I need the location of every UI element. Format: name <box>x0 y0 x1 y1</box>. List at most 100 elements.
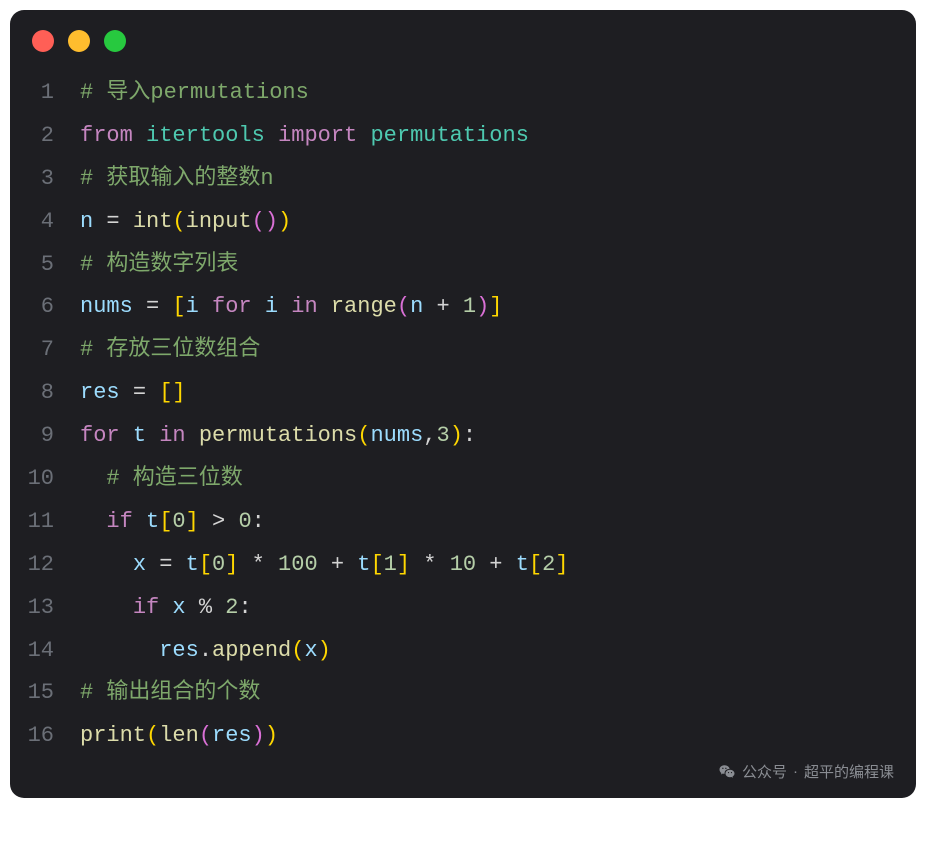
code-content[interactable]: nums = [i for i in range(n + 1)] <box>80 286 896 329</box>
line-number: 5 <box>20 244 80 287</box>
line-number: 7 <box>20 329 80 372</box>
code-token <box>93 209 106 234</box>
code-token: * <box>252 552 265 577</box>
code-token: nums <box>80 294 133 319</box>
code-token <box>265 123 278 148</box>
code-token: 0 <box>212 552 225 577</box>
code-token: in <box>291 294 317 319</box>
code-token: for <box>212 294 252 319</box>
code-line[interactable]: 5# 构造数字列表 <box>20 244 896 287</box>
code-window: 1# 导入permutations2from itertools import … <box>10 10 916 798</box>
code-token <box>146 552 159 577</box>
code-editor[interactable]: 1# 导入permutations2from itertools import … <box>10 62 916 768</box>
code-content[interactable]: # 输出组合的个数 <box>80 672 896 715</box>
code-content[interactable]: res = [] <box>80 372 896 415</box>
code-token: ( <box>146 723 159 748</box>
code-content[interactable]: n = int(input()) <box>80 201 896 244</box>
code-token: permutations <box>370 123 528 148</box>
code-content[interactable]: res.append(x) <box>80 630 896 673</box>
code-token: ( <box>397 294 410 319</box>
watermark-separator: · <box>793 763 798 780</box>
code-token <box>278 294 291 319</box>
code-token: ) <box>252 723 265 748</box>
code-content[interactable]: # 导入permutations <box>80 72 896 115</box>
code-line[interactable]: 3# 获取输入的整数n <box>20 158 896 201</box>
code-content[interactable]: # 构造三位数 <box>80 458 896 501</box>
code-token: n <box>410 294 423 319</box>
minimize-icon[interactable] <box>68 30 90 52</box>
code-line[interactable]: 15# 输出组合的个数 <box>20 672 896 715</box>
code-token <box>120 209 133 234</box>
code-content[interactable]: from itertools import permutations <box>80 115 896 158</box>
code-line[interactable]: 6nums = [i for i in range(n + 1)] <box>20 286 896 329</box>
code-content[interactable]: # 获取输入的整数n <box>80 158 896 201</box>
code-line[interactable]: 12 x = t[0] * 100 + t[1] * 10 + t[2] <box>20 544 896 587</box>
code-token: [ <box>529 552 542 577</box>
code-line[interactable]: 1# 导入permutations <box>20 72 896 115</box>
code-token <box>120 423 133 448</box>
line-number: 12 <box>20 544 80 587</box>
code-token <box>159 595 172 620</box>
code-token: : <box>252 509 265 534</box>
code-token <box>450 294 463 319</box>
code-line[interactable]: 16print(len(res)) <box>20 715 896 758</box>
code-token <box>503 552 516 577</box>
code-token: [ <box>172 294 185 319</box>
code-token: > <box>212 509 225 534</box>
code-token <box>423 294 436 319</box>
code-content[interactable]: # 存放三位数组合 <box>80 329 896 372</box>
code-token: print <box>80 723 146 748</box>
code-line[interactable]: 13 if x % 2: <box>20 587 896 630</box>
code-line[interactable]: 2from itertools import permutations <box>20 115 896 158</box>
code-token <box>120 380 133 405</box>
code-token: t <box>146 509 159 534</box>
line-number: 8 <box>20 372 80 415</box>
code-content[interactable]: # 构造数字列表 <box>80 244 896 287</box>
code-token: = <box>146 294 159 319</box>
code-token: t <box>516 552 529 577</box>
code-token <box>199 509 212 534</box>
code-token: res <box>212 723 252 748</box>
close-icon[interactable] <box>32 30 54 52</box>
code-token: 100 <box>278 552 318 577</box>
code-content[interactable]: if t[0] > 0: <box>80 501 896 544</box>
code-token: for <box>80 423 120 448</box>
code-token <box>252 294 265 319</box>
code-token: ] <box>397 552 410 577</box>
code-token: + <box>489 552 502 577</box>
line-number: 9 <box>20 415 80 458</box>
line-number: 13 <box>20 587 80 630</box>
code-content[interactable]: if x % 2: <box>80 587 896 630</box>
code-content[interactable]: x = t[0] * 100 + t[1] * 10 + t[2] <box>80 544 896 587</box>
code-token <box>238 552 251 577</box>
code-token: ( <box>172 209 185 234</box>
code-line[interactable]: 7# 存放三位数组合 <box>20 329 896 372</box>
code-token: ] <box>489 294 502 319</box>
code-line[interactable]: 4n = int(input()) <box>20 201 896 244</box>
code-token: ) <box>476 294 489 319</box>
code-line[interactable]: 14 res.append(x) <box>20 630 896 673</box>
code-token: # 构造数字列表 <box>80 252 238 277</box>
code-token: + <box>436 294 449 319</box>
code-token <box>318 552 331 577</box>
code-line[interactable]: 11 if t[0] > 0: <box>20 501 896 544</box>
code-line[interactable]: 10 # 构造三位数 <box>20 458 896 501</box>
code-token: [ <box>159 380 172 405</box>
code-token: input <box>186 209 252 234</box>
code-token: + <box>331 552 344 577</box>
code-token: ) <box>278 209 291 234</box>
code-line[interactable]: 8res = [] <box>20 372 896 415</box>
zoom-icon[interactable] <box>104 30 126 52</box>
code-token: t <box>133 423 146 448</box>
code-token <box>344 552 357 577</box>
code-token: . <box>199 638 212 663</box>
code-token <box>186 423 199 448</box>
code-content[interactable]: print(len(res)) <box>80 715 896 758</box>
code-token: [ <box>159 509 172 534</box>
code-token: = <box>133 380 146 405</box>
code-line[interactable]: 9for t in permutations(nums,3): <box>20 415 896 458</box>
code-token: ] <box>186 509 199 534</box>
code-content[interactable]: for t in permutations(nums,3): <box>80 415 896 458</box>
code-token: nums <box>370 423 423 448</box>
code-token <box>133 509 146 534</box>
